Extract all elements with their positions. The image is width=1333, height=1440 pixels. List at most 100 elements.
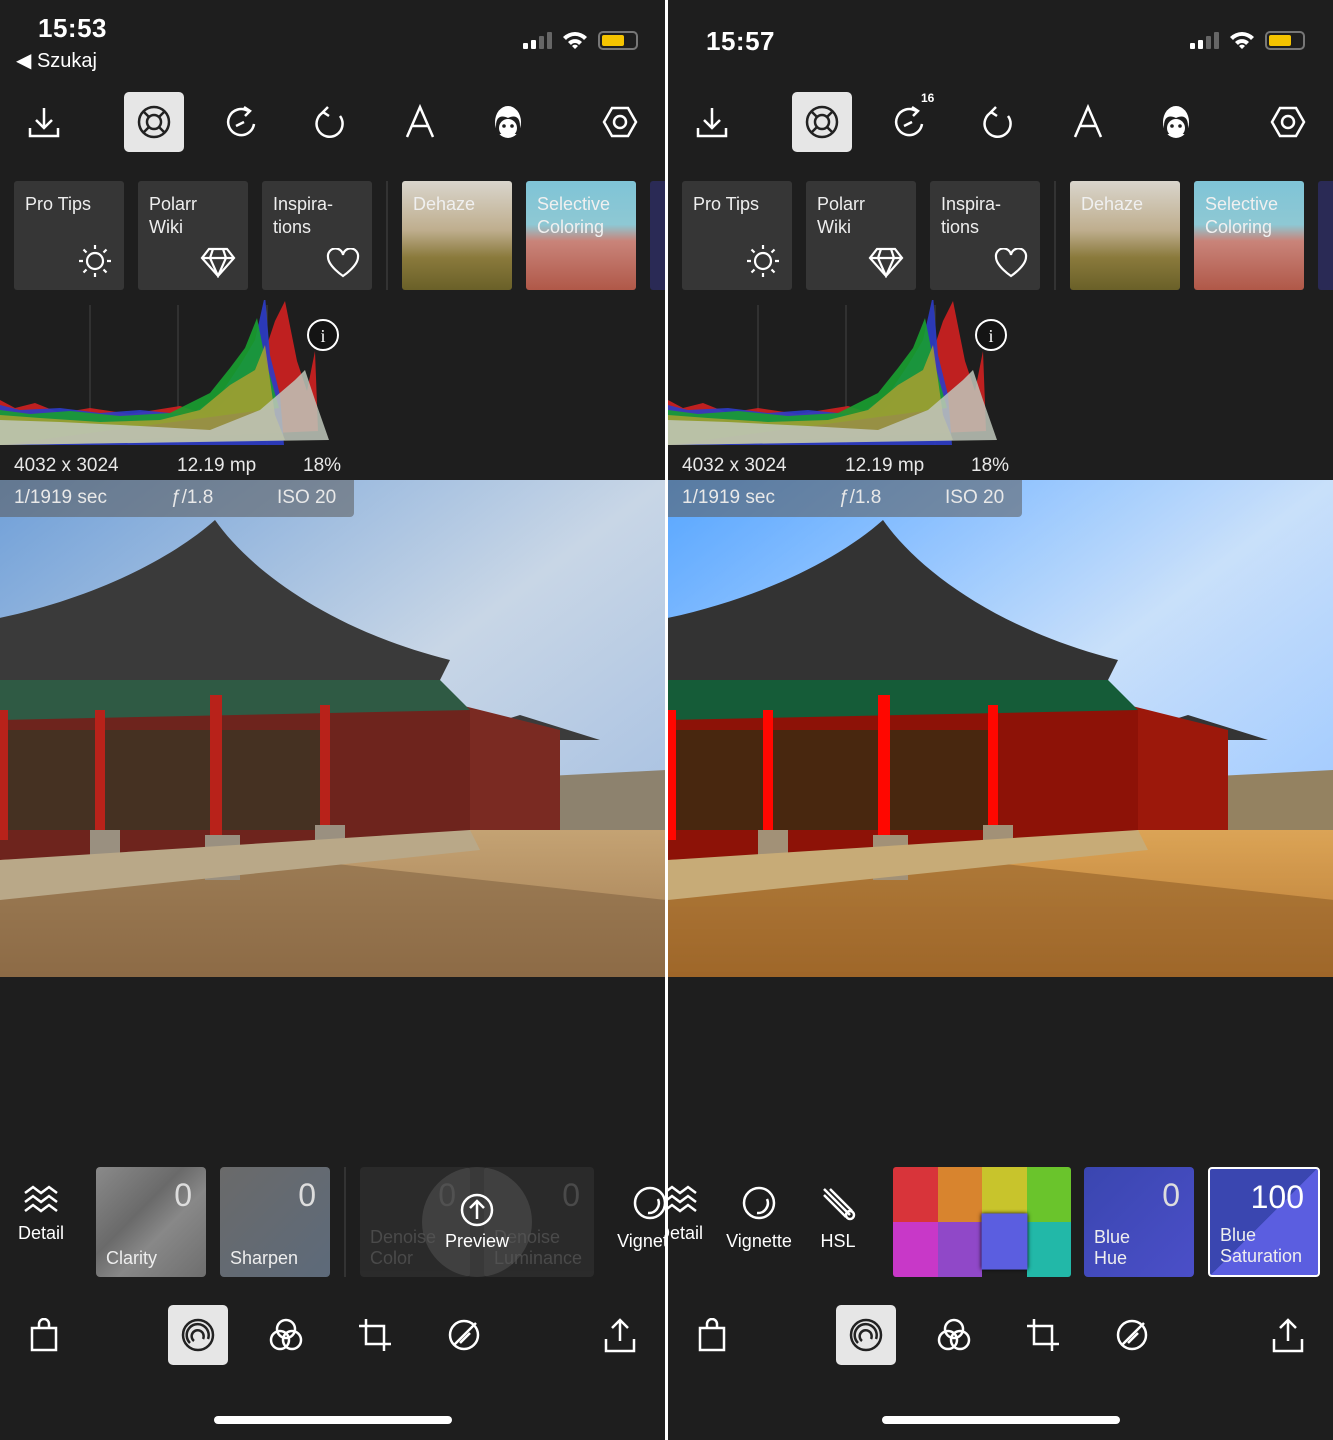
card-selective-coloring[interactable]: Selective Coloring [1194,181,1304,290]
aperture: ƒ/1.8 [171,487,214,508]
undo-icon [315,106,344,138]
download-icon [696,108,728,138]
color-swatch[interactable] [981,1213,1027,1270]
brush-tab[interactable] [434,1305,494,1365]
download-button[interactable] [682,92,742,152]
home-indicator[interactable] [214,1416,452,1424]
brush-icon [448,1319,480,1351]
brush-tab[interactable] [1102,1305,1162,1365]
filters-tab[interactable] [256,1305,316,1365]
detail-waves-icon [668,1185,697,1213]
blue-saturation-card[interactable]: 100 Blue Saturation [1208,1167,1320,1277]
adjustments-tab[interactable] [168,1305,228,1365]
card-inspirations[interactable]: Inspira-tions [262,181,372,290]
card-title: Pro Tips [693,194,760,214]
card-next[interactable] [1318,181,1333,290]
value: 0 [562,1177,580,1213]
home-indicator[interactable] [882,1416,1120,1424]
share-icon [604,1318,636,1353]
text-tool-button[interactable] [1058,92,1118,152]
tool-hsl[interactable]: HSL [798,1167,878,1277]
hsl-dropper-icon [823,1188,856,1221]
histogram: i [0,300,339,445]
histogram: i [668,300,1007,445]
lens-tools-button[interactable] [124,92,184,152]
color-swatch[interactable] [937,1222,982,1277]
color-swatch[interactable] [937,1167,982,1222]
filters-tab[interactable] [924,1305,984,1365]
crop-tab[interactable] [345,1305,405,1365]
undo-icon [983,106,1012,138]
lifebuoy-icon [137,105,171,139]
value: 100 [1250,1179,1304,1215]
card-pro-tips[interactable]: Pro Tips [14,181,124,290]
settings-button[interactable] [590,92,650,152]
text-tool-button[interactable] [390,92,450,152]
shopping-bag-icon [698,1318,726,1352]
share-button[interactable] [1258,1305,1318,1365]
undo-button[interactable] [300,92,360,152]
tool-detail[interactable]: Detail [1,1167,81,1277]
undo-button[interactable] [968,92,1028,152]
sharpen-slider-card[interactable]: 0 Sharpen [220,1167,330,1277]
settings-button[interactable] [1258,92,1318,152]
label: Sharpen [230,1248,299,1268]
card-next[interactable] [650,181,666,290]
color-swatch[interactable] [893,1167,938,1222]
card-inspirations[interactable]: Inspira-tions [930,181,1040,290]
image-dimensions: 4032 x 3024 [14,455,119,476]
clarity-slider-card[interactable]: 0 Clarity [96,1167,206,1277]
color-swatch[interactable] [1026,1167,1071,1222]
iso: ISO 20 [945,487,1005,508]
dial-icon [181,1318,215,1352]
aperture: ƒ/1.8 [839,487,882,508]
color-swatch[interactable] [1026,1222,1071,1277]
status-icons [1190,30,1305,50]
card-dehaze[interactable]: Dehaze [1070,181,1180,290]
label: Blue Saturation [1220,1225,1303,1266]
download-button[interactable] [14,92,74,152]
text-icon [1073,104,1103,138]
svg-text:i: i [320,326,325,346]
label: Clarity [106,1248,158,1268]
screen-divider [665,0,668,1440]
shop-button[interactable] [682,1305,742,1365]
card-title: Inspira-tions [273,194,334,237]
tool-vignette[interactable]: Vignette [719,1167,799,1277]
lens-tools-button[interactable] [792,92,852,152]
blue-hue-card[interactable]: 0 Blue Hue [1084,1167,1194,1277]
redo-icon [894,105,924,137]
face-tool-button[interactable] [478,92,538,152]
card-pro-tips[interactable]: Pro Tips [682,181,792,290]
tool-label: Vignette [617,1231,666,1251]
share-button[interactable] [590,1305,650,1365]
tool-detail[interactable]: Detail [668,1167,720,1277]
face-tool-button[interactable] [1146,92,1206,152]
right-screen: 15:57 Pro Tips Polarr Wiki Inspira-tions… [668,0,1333,1440]
back-label: Szukaj [36,50,97,72]
image-dimensions: 4032 x 3024 [682,455,787,476]
crop-tab[interactable] [1013,1305,1073,1365]
adjustments-tab[interactable] [836,1305,896,1365]
lifebuoy-icon [805,105,839,139]
tool-vignette[interactable]: Vignette [610,1167,666,1277]
card-selective-coloring[interactable]: Selective Coloring [526,181,636,290]
sun-icon [79,245,111,277]
shop-button[interactable] [14,1305,74,1365]
status-icons [523,30,638,50]
card-polarr-wiki[interactable]: Polarr Wiki [138,181,248,290]
color-swatch[interactable] [893,1222,938,1277]
card-polarr-wiki[interactable]: Polarr Wiki [806,181,916,290]
tool-label: Vignette [726,1231,792,1251]
preview-button[interactable]: Preview [422,1167,532,1277]
hsl-color-picker[interactable] [893,1167,1071,1277]
card-dehaze[interactable]: Dehaze [402,181,512,290]
back-to-search-link[interactable]: ◀ Szukaj [16,48,97,73]
brush-icon [1116,1319,1148,1351]
photo-preview[interactable] [668,480,1333,977]
value: 0 [1162,1177,1180,1213]
sun-icon [747,245,779,277]
redo-button[interactable] [212,92,272,152]
photo-preview[interactable] [0,480,666,977]
card-title: Pro Tips [25,194,92,214]
